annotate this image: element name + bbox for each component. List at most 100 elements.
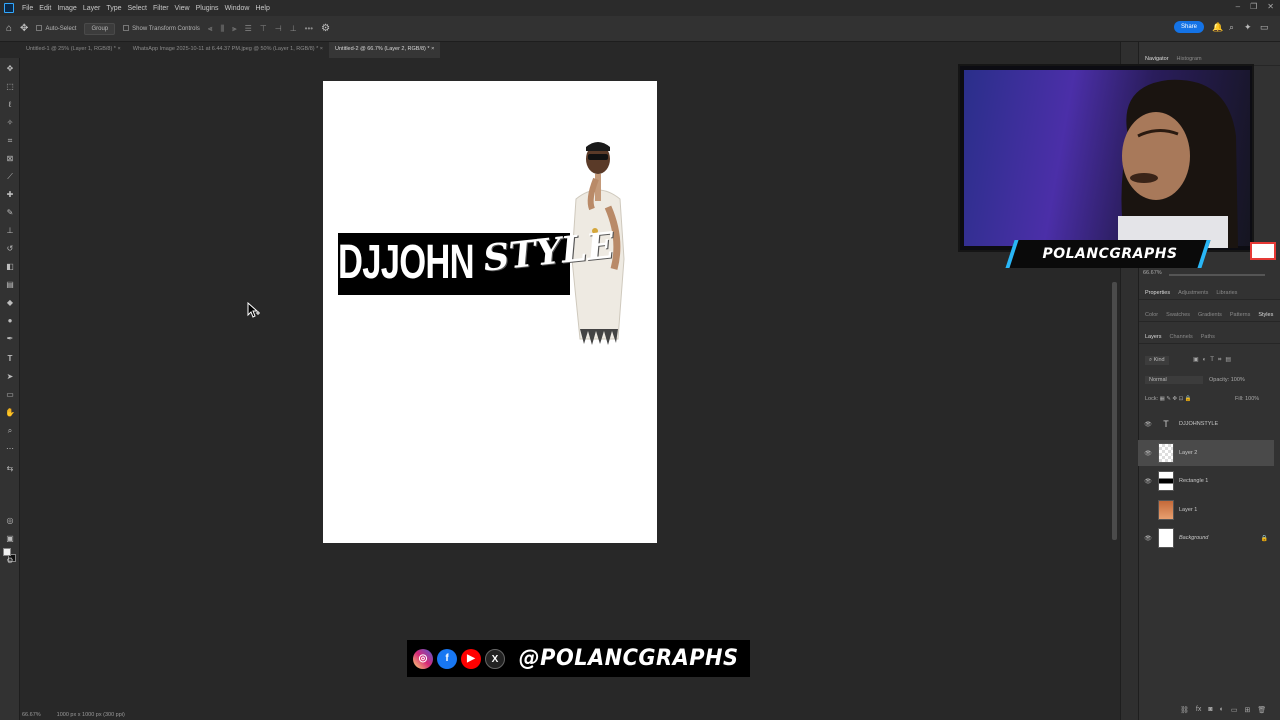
workspace-icon[interactable]: ▭ xyxy=(1260,22,1269,33)
new-layer-icon[interactable]: ⊞ xyxy=(1244,706,1250,714)
menu-edit[interactable]: Edit xyxy=(36,5,54,12)
brush-tool-icon[interactable]: ✎ xyxy=(5,208,15,218)
align-center-icon[interactable]: ⫼ xyxy=(220,24,224,34)
layer-name[interactable]: Background xyxy=(1179,535,1208,541)
tab-layers[interactable]: Layers xyxy=(1145,334,1162,340)
move-tool-icon[interactable]: ✥ xyxy=(5,64,15,74)
opacity-control[interactable]: Opacity: 100% xyxy=(1209,377,1245,383)
restore-icon[interactable]: ❐ xyxy=(1250,2,1257,11)
tab-color[interactable]: Color xyxy=(1145,312,1158,318)
tab-histogram[interactable]: Histogram xyxy=(1177,56,1202,62)
eyedropper-icon[interactable]: ⟋ xyxy=(5,172,15,182)
auto-select-checkbox[interactable]: Auto-Select xyxy=(36,25,76,32)
menu-select[interactable]: Select xyxy=(125,5,150,12)
menu-view[interactable]: View xyxy=(172,5,193,12)
fill-control[interactable]: Fill: 100% xyxy=(1235,396,1259,402)
layer-kind-filter[interactable]: ⌕ Kind xyxy=(1145,356,1169,365)
align-right-icon[interactable]: ⫸ xyxy=(232,24,237,34)
tab-untitled-1[interactable]: Untitled-1 @ 25% (Layer 1, RGB/8) * × xyxy=(20,42,127,58)
add-mask-icon[interactable]: ◙ xyxy=(1208,706,1212,714)
layer-row[interactable]: 👁 Background 🔒 xyxy=(1138,525,1274,551)
home-icon[interactable]: ⌂ xyxy=(6,23,12,34)
screen-mode-icon[interactable]: ▣ xyxy=(5,534,15,544)
eraser-tool-icon[interactable]: ◧ xyxy=(5,262,15,272)
layer-row[interactable]: 👁 T DJJOHNSTYLE xyxy=(1138,411,1274,437)
discover-icon[interactable]: ✦ xyxy=(1244,22,1252,33)
align-top-icon[interactable]: ⊤ xyxy=(260,24,267,33)
notifications-icon[interactable]: 🔔 xyxy=(1212,22,1223,33)
tab-swatches[interactable]: Swatches xyxy=(1166,312,1190,318)
healing-brush-icon[interactable]: ✚ xyxy=(5,190,15,200)
rectangle-tool-icon[interactable]: ▭ xyxy=(5,390,15,400)
blend-mode-select[interactable]: Normal xyxy=(1145,376,1203,384)
tab-styles[interactable]: Styles xyxy=(1258,312,1273,318)
vertical-scrollbar[interactable] xyxy=(1112,282,1117,540)
blur-tool-icon[interactable]: ◆ xyxy=(5,298,15,308)
document-canvas[interactable]: DJJOHN STYLE xyxy=(323,81,657,543)
settings-gear-icon[interactable]: ⚙ xyxy=(321,23,330,34)
tab-whatsapp-image[interactable]: WhatsApp Image 2025-10-11 at 6.44.37 PM.… xyxy=(127,42,329,58)
layer-style-icon[interactable]: fx xyxy=(1196,706,1201,714)
share-button[interactable]: Share xyxy=(1173,21,1204,33)
hand-tool-icon[interactable]: ✋ xyxy=(5,408,15,418)
distribute-icon[interactable]: ☰ xyxy=(245,24,252,33)
menu-image[interactable]: Image xyxy=(54,5,79,12)
frame-tool-icon[interactable]: ⊠ xyxy=(5,154,15,164)
tab-untitled-2[interactable]: Untitled-2 @ 66.7% (Layer 2, RGB/8) * × xyxy=(329,42,441,58)
navigator-zoom-slider[interactable] xyxy=(1169,274,1265,276)
layer-row[interactable]: 👁 Layer 1 xyxy=(1138,497,1274,523)
adjustment-layer-icon[interactable]: ◐ xyxy=(1220,706,1224,714)
foreground-color-swatch[interactable] xyxy=(3,548,11,556)
new-group-icon[interactable]: ▭ xyxy=(1231,706,1238,714)
magic-wand-icon[interactable]: ✧ xyxy=(5,118,15,128)
layer-name[interactable]: Rectangle 1 xyxy=(1179,478,1208,484)
move-tool-icon[interactable]: ✥ xyxy=(20,23,28,34)
menu-layer[interactable]: Layer xyxy=(80,5,104,12)
menu-window[interactable]: Window xyxy=(222,5,253,12)
tab-patterns[interactable]: Patterns xyxy=(1230,312,1250,318)
history-brush-icon[interactable]: ↺ xyxy=(5,244,15,254)
menu-help[interactable]: Help xyxy=(252,5,272,12)
lasso-tool-icon[interactable]: ℓ xyxy=(5,100,15,110)
type-tool-icon[interactable]: T xyxy=(5,354,15,364)
gradient-tool-icon[interactable]: ▤ xyxy=(5,280,15,290)
dodge-tool-icon[interactable]: ● xyxy=(5,316,15,326)
menu-plugins[interactable]: Plugins xyxy=(193,5,222,12)
layer-row[interactable]: 👁 Layer 2 xyxy=(1138,440,1274,466)
tab-libraries[interactable]: Libraries xyxy=(1216,290,1237,296)
layer-row[interactable]: 👁 Rectangle 1 xyxy=(1138,468,1274,494)
edit-toolbar-icon[interactable]: ⚙ xyxy=(5,556,15,566)
menu-filter[interactable]: Filter xyxy=(150,5,172,12)
zoom-tool-icon[interactable]: ⌕ xyxy=(5,426,15,436)
visibility-eye-icon[interactable]: 👁 xyxy=(1142,450,1154,457)
document-info[interactable]: 1000 px x 1000 px (300 ppi) xyxy=(57,712,125,718)
marquee-tool-icon[interactable]: ⬚ xyxy=(5,82,15,92)
layer-name[interactable]: Layer 2 xyxy=(1179,450,1197,456)
visibility-eye-icon[interactable]: 👁 xyxy=(1142,478,1154,485)
tab-gradients[interactable]: Gradients xyxy=(1198,312,1222,318)
search-icon[interactable]: ⌕ xyxy=(1229,22,1234,33)
quick-mask-icon[interactable]: ◎ xyxy=(5,516,15,526)
auto-select-target-select[interactable]: Group xyxy=(84,22,116,35)
menu-file[interactable]: File xyxy=(19,5,36,12)
lock-controls[interactable]: Lock: ▦ ✎ ✥ ⊡ 🔒 xyxy=(1145,396,1192,402)
close-icon[interactable]: ✕ xyxy=(1267,2,1274,11)
minimize-icon[interactable]: – xyxy=(1236,2,1240,11)
visibility-eye-icon[interactable]: 👁 xyxy=(1142,421,1154,428)
tab-properties[interactable]: Properties xyxy=(1145,290,1170,296)
crop-tool-icon[interactable]: ⌗ xyxy=(5,136,15,146)
align-middle-icon[interactable]: ⊣ xyxy=(275,24,282,33)
align-bottom-icon[interactable]: ⊥ xyxy=(290,24,297,33)
visibility-eye-icon[interactable]: 👁 xyxy=(1142,535,1154,542)
clone-stamp-icon[interactable]: ⊥ xyxy=(5,226,15,236)
swap-colors-icon[interactable]: ⇆ xyxy=(5,464,15,474)
layer-filter-icons[interactable]: ▣◐T⌗▤ xyxy=(1193,356,1235,364)
link-layers-icon[interactable]: ⛓ xyxy=(1180,706,1189,714)
navigator-zoom[interactable]: 66.67% xyxy=(1143,270,1162,276)
tab-channels[interactable]: Channels xyxy=(1170,334,1193,340)
menu-type[interactable]: Type xyxy=(103,5,124,12)
zoom-level[interactable]: 66.67% xyxy=(22,712,41,718)
tab-navigator[interactable]: Navigator xyxy=(1145,56,1169,62)
layer-name[interactable]: Layer 1 xyxy=(1179,507,1197,513)
path-selection-icon[interactable]: ➤ xyxy=(5,372,15,382)
